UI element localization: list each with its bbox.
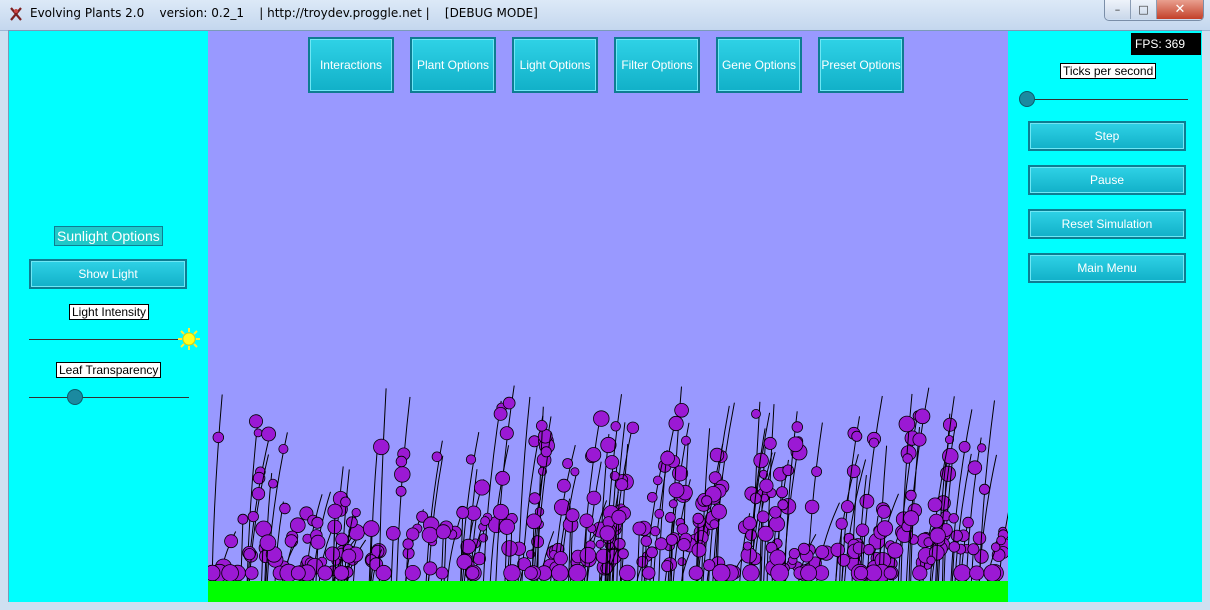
fps-counter: FPS: 369 <box>1131 33 1201 55</box>
interactions-button[interactable]: Interactions <box>308 37 394 93</box>
ticks-per-second-knob[interactable] <box>1019 91 1035 107</box>
maximize-button[interactable]: □ <box>1131 0 1157 19</box>
window-title: Evolving Plants 2.0 version: 0.2_1 | htt… <box>30 6 538 20</box>
show-light-button[interactable]: Show Light <box>29 259 187 289</box>
sun-icon[interactable] <box>177 327 201 351</box>
preset-options-button[interactable]: Preset Options <box>818 37 904 93</box>
ticks-per-second-slider[interactable] <box>1028 99 1188 100</box>
left-panel: Sunlight Options Show Light Light Intens… <box>9 31 208 602</box>
leaf-transparency-knob[interactable] <box>67 389 83 405</box>
plant-field <box>208 385 1008 583</box>
plant-options-button[interactable]: Plant Options <box>410 37 496 93</box>
leaf-transparency-label: Leaf Transparency <box>56 362 162 378</box>
ticks-per-second-label: Ticks per second <box>1060 63 1157 79</box>
gene-options-button[interactable]: Gene Options <box>716 37 802 93</box>
main-menu-button[interactable]: Main Menu <box>1028 253 1186 283</box>
minimize-button[interactable]: – <box>1105 0 1131 19</box>
light-intensity-slider[interactable] <box>29 339 179 340</box>
close-button[interactable]: ✕ <box>1157 0 1203 19</box>
app-icon <box>10 7 22 21</box>
leaf-transparency-slider[interactable] <box>29 397 189 398</box>
simulation-canvas[interactable]: Interactions Plant Options Light Options… <box>208 31 1008 602</box>
title-bar: Evolving Plants 2.0 version: 0.2_1 | htt… <box>0 0 1210 31</box>
ground <box>208 581 1008 602</box>
app-client-area: Sunlight Options Show Light Light Intens… <box>8 30 1202 602</box>
step-button[interactable]: Step <box>1028 121 1186 151</box>
window-controls: – □ ✕ <box>1104 0 1204 21</box>
right-panel: Ticks per second Step Pause Reset Simula… <box>1008 31 1202 602</box>
light-options-button[interactable]: Light Options <box>512 37 598 93</box>
sunlight-options-title: Sunlight Options <box>54 226 163 246</box>
pause-button[interactable]: Pause <box>1028 165 1186 195</box>
reset-simulation-button[interactable]: Reset Simulation <box>1028 209 1186 239</box>
light-intensity-label: Light Intensity <box>69 304 150 320</box>
filter-options-button[interactable]: Filter Options <box>614 37 700 93</box>
